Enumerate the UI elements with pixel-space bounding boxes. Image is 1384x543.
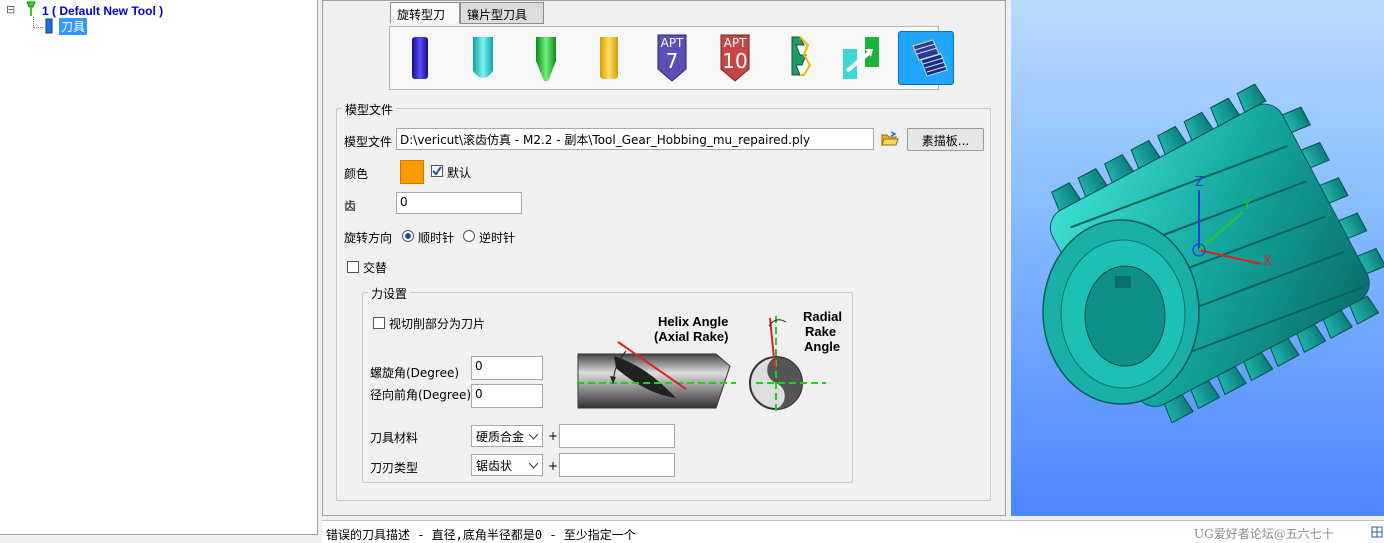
tool-material-extra-input[interactable] [559, 424, 675, 448]
rake-angle-diagram: Helix Angle (Axial Rake) Radial Rake Ang… [576, 306, 843, 416]
cutting-as-insert-checkbox[interactable] [373, 317, 385, 329]
cutting-as-insert-label: 视切削部分为刀片 [389, 317, 486, 331]
tool-material-value: 硬质合金 [476, 430, 525, 444]
color-label: 颜色 [344, 167, 369, 181]
axis-z-label: Z [1195, 175, 1204, 190]
3d-viewport[interactable]: Z Y X [1011, 0, 1384, 516]
hob-cutter-model [1042, 83, 1384, 424]
tool-type-toolbar: APT 7 APT 10 [389, 26, 954, 90]
tree-connector [33, 17, 43, 28]
force-settings-legend: 力设置 [368, 285, 411, 302]
hob-tool-icon[interactable] [898, 31, 954, 85]
chevron-down-icon [529, 434, 538, 440]
radial-rake-caption-1: Radial [803, 309, 843, 324]
counterclockwise-label: 逆时针 [479, 231, 516, 245]
ball-end-mill-icon[interactable] [457, 31, 509, 85]
bull-nose-mill-icon[interactable] [583, 31, 635, 85]
apt7-number: 7 [665, 49, 679, 73]
cutter-icon [45, 18, 53, 34]
tool-material-plus: + [548, 429, 559, 443]
clockwise-radio[interactable] [402, 230, 414, 242]
chevron-down-icon [529, 463, 538, 469]
apt10-number: 10 [722, 49, 748, 73]
cutter-node[interactable]: 刀具 [59, 18, 88, 35]
edge-type-select[interactable]: 锯齿状 [471, 454, 543, 476]
default-color-checkbox[interactable] [431, 165, 443, 177]
helix-angle-caption-2: (Axial Rake) [654, 329, 729, 344]
apt7-label: APT [660, 36, 684, 50]
helix-angle-input[interactable]: 0 [471, 356, 543, 380]
tool-root-node[interactable]: 1 ( Default New Tool ) [42, 4, 163, 18]
helix-angle-label: 螺旋角(Degree) [370, 366, 460, 380]
edge-type-extra-input[interactable] [559, 453, 675, 477]
status-message: 错误的刀具描述 - 直径,底角半径都是0 - 至少指定一个 [326, 528, 636, 542]
forum-watermark: UG爱好者论坛@五六七十 [1194, 527, 1334, 541]
tool-tree-panel: ⊟ 1 ( Default New Tool ) 刀具 [0, 0, 318, 534]
counterclockwise-radio[interactable] [463, 230, 475, 242]
model-file-input[interactable]: D:\vericut\滚齿仿真 - M2.2 - 副本\Tool_Gear_Ho… [396, 128, 874, 150]
tool-material-select[interactable]: 硬质合金 [471, 425, 543, 447]
default-color-label: 默认 [447, 166, 472, 180]
convert-tool-icon[interactable] [835, 31, 887, 85]
teeth-input[interactable]: 0 [396, 192, 522, 214]
axis-y-label: Y [1243, 198, 1251, 213]
tool-material-label: 刀具材料 [370, 431, 419, 445]
apt10-tool-icon[interactable]: APT 10 [709, 31, 761, 85]
grid-icon[interactable] [1371, 526, 1383, 538]
edge-type-label: 刀刃类型 [370, 461, 419, 475]
flat-end-mill-icon[interactable] [394, 31, 446, 85]
apt10-label: APT [723, 36, 747, 50]
sketch-board-button[interactable]: 素描板... [907, 128, 984, 151]
tool-properties-panel: 旋转型刀具 镶片型刀具 APT 7 [322, 0, 1006, 516]
radial-rake-label: 径向前角(Degree) [370, 388, 472, 402]
tab-insert-tool[interactable]: 镶片型刀具 [460, 2, 544, 24]
radial-rake-caption-2: Rake [805, 324, 837, 339]
model-file-legend: 模型文件 [342, 101, 397, 118]
status-bar: 错误的刀具描述 - 直径,底角半径都是0 - 至少指定一个 UG爱好者论坛@五六… [322, 520, 1384, 543]
apt7-tool-icon[interactable]: APT 7 [646, 31, 698, 85]
alternate-checkbox[interactable] [347, 261, 359, 273]
edge-type-value: 锯齿状 [476, 459, 513, 473]
tapered-end-mill-icon[interactable] [520, 31, 572, 85]
helix-angle-caption-1: Helix Angle [658, 314, 729, 329]
rotation-direction-label: 旋转方向 [344, 231, 393, 245]
edge-type-plus: + [548, 459, 559, 473]
color-swatch[interactable] [400, 160, 424, 184]
radial-rake-input[interactable]: 0 [471, 384, 543, 408]
teeth-label: 齿 [344, 199, 357, 213]
clockwise-label: 顺时针 [418, 231, 455, 245]
collapse-icon[interactable]: ⊟ [6, 3, 15, 16]
alternate-label: 交替 [363, 261, 388, 275]
radial-rake-caption-3: Angle [804, 339, 841, 354]
tab-rotating-tool[interactable]: 旋转型刀具 [390, 2, 460, 39]
tree-bottom-bar [0, 534, 318, 543]
model-file-label: 模型文件 [344, 135, 393, 149]
profile-tool-icon[interactable] [772, 31, 824, 85]
folder-open-icon[interactable] [881, 131, 899, 147]
tool-holder-icon [26, 1, 36, 16]
axis-x-label: X [1263, 254, 1272, 269]
